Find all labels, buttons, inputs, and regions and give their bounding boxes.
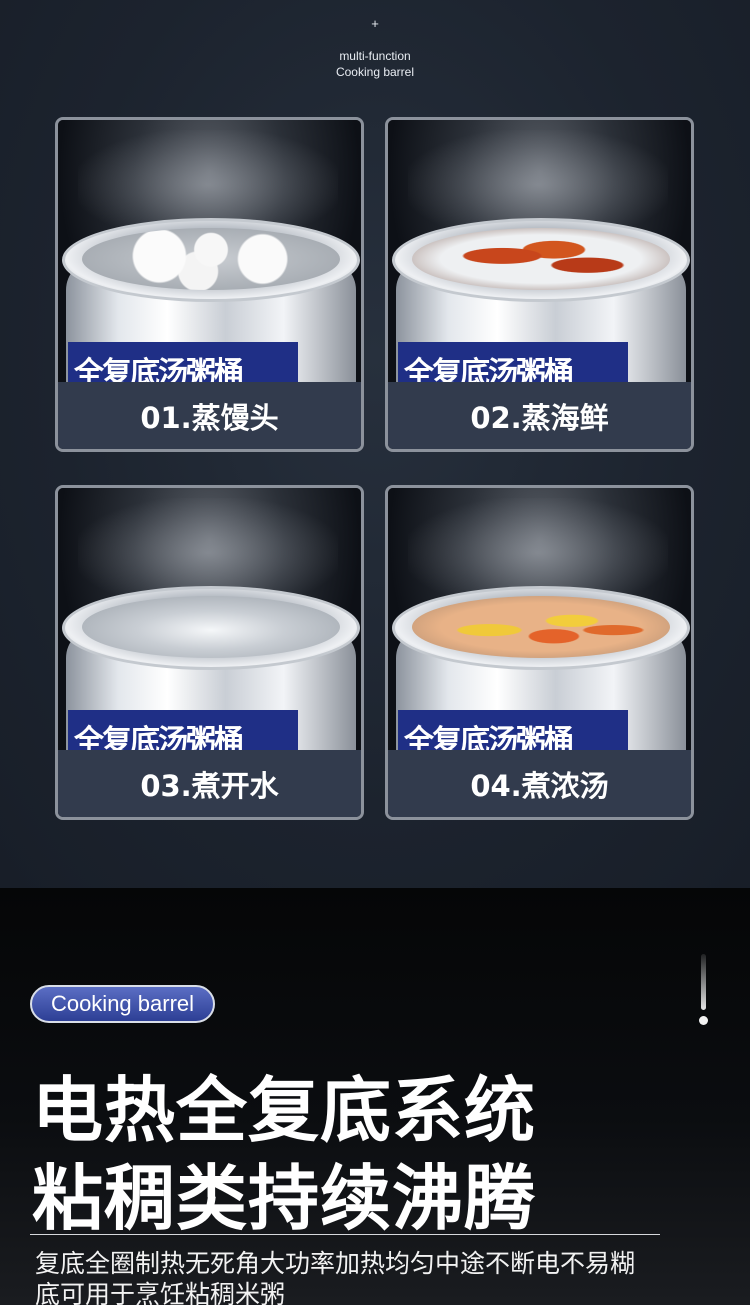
function-card-steam-seafood: 全复底汤粥桶 02.蒸海鲜 bbox=[385, 117, 694, 452]
pot-label-text: 全复底汤粥桶 bbox=[74, 356, 244, 382]
cooking-barrel-badge: Cooking barrel bbox=[30, 985, 215, 1023]
subtitle-line-2: Cooking barrel bbox=[335, 65, 415, 79]
card-caption: 03.煮开水 bbox=[58, 750, 361, 817]
section-subtitle: multi-function Cooking barrel bbox=[0, 48, 750, 80]
heating-system-section: Cooking barrel 电热全复底系统 粘稠类持续沸腾 复底全圈制热无死角… bbox=[0, 888, 750, 1305]
card-caption: 01.蒸馒头 bbox=[58, 382, 361, 449]
pot-label-text: 全复底汤粥桶 bbox=[404, 356, 574, 382]
pot-label-text: 全复底汤粥桶 bbox=[74, 724, 244, 750]
buns-contents bbox=[82, 228, 340, 290]
pot-label: 全复底汤粥桶 bbox=[398, 710, 628, 750]
pot-label: 全复底汤粥桶 bbox=[68, 710, 298, 750]
steam-buns-photo: 全复底汤粥桶 bbox=[58, 120, 361, 382]
headline-line-1: 电热全复底系统 bbox=[32, 1069, 537, 1152]
function-card-thick-soup: 全复底汤粥桶 04.煮浓汤 bbox=[385, 485, 694, 820]
crabs-contents bbox=[412, 228, 670, 290]
scroll-indicator bbox=[701, 954, 706, 1010]
divider bbox=[30, 1234, 660, 1235]
function-card-boil-water: 全复底汤粥桶 03.煮开水 bbox=[55, 485, 364, 820]
soup-contents bbox=[412, 596, 670, 658]
function-card-steam-buns: 全复底汤粥桶 01.蒸馒头 bbox=[55, 117, 364, 452]
headline-line-2: 粘稠类持续沸腾 bbox=[32, 1157, 537, 1240]
product-feature-section: + multi-function Cooking barrel 全复底汤粥桶 0… bbox=[0, 0, 750, 888]
steam-seafood-photo: 全复底汤粥桶 bbox=[388, 120, 691, 382]
boil-water-photo: 全复底汤粥桶 bbox=[58, 488, 361, 750]
thick-soup-photo: 全复底汤粥桶 bbox=[388, 488, 691, 750]
pot-label-text: 全复底汤粥桶 bbox=[404, 724, 574, 750]
subtitle-line-1: multi-function bbox=[339, 49, 411, 63]
card-caption: 04.煮浓汤 bbox=[388, 750, 691, 817]
plus-icon: + bbox=[371, 16, 379, 31]
feature-description: 复底全圈制热无死角大功率加热均匀中途不断电不易糊底可用于烹饪粘稠米粥 bbox=[35, 1249, 636, 1305]
card-caption: 02.蒸海鲜 bbox=[388, 382, 691, 449]
pot-label: 全复底汤粥桶 bbox=[398, 342, 628, 382]
scroll-indicator-dot bbox=[699, 1016, 708, 1025]
water-contents bbox=[82, 596, 340, 658]
pot-label: 全复底汤粥桶 bbox=[68, 342, 298, 382]
